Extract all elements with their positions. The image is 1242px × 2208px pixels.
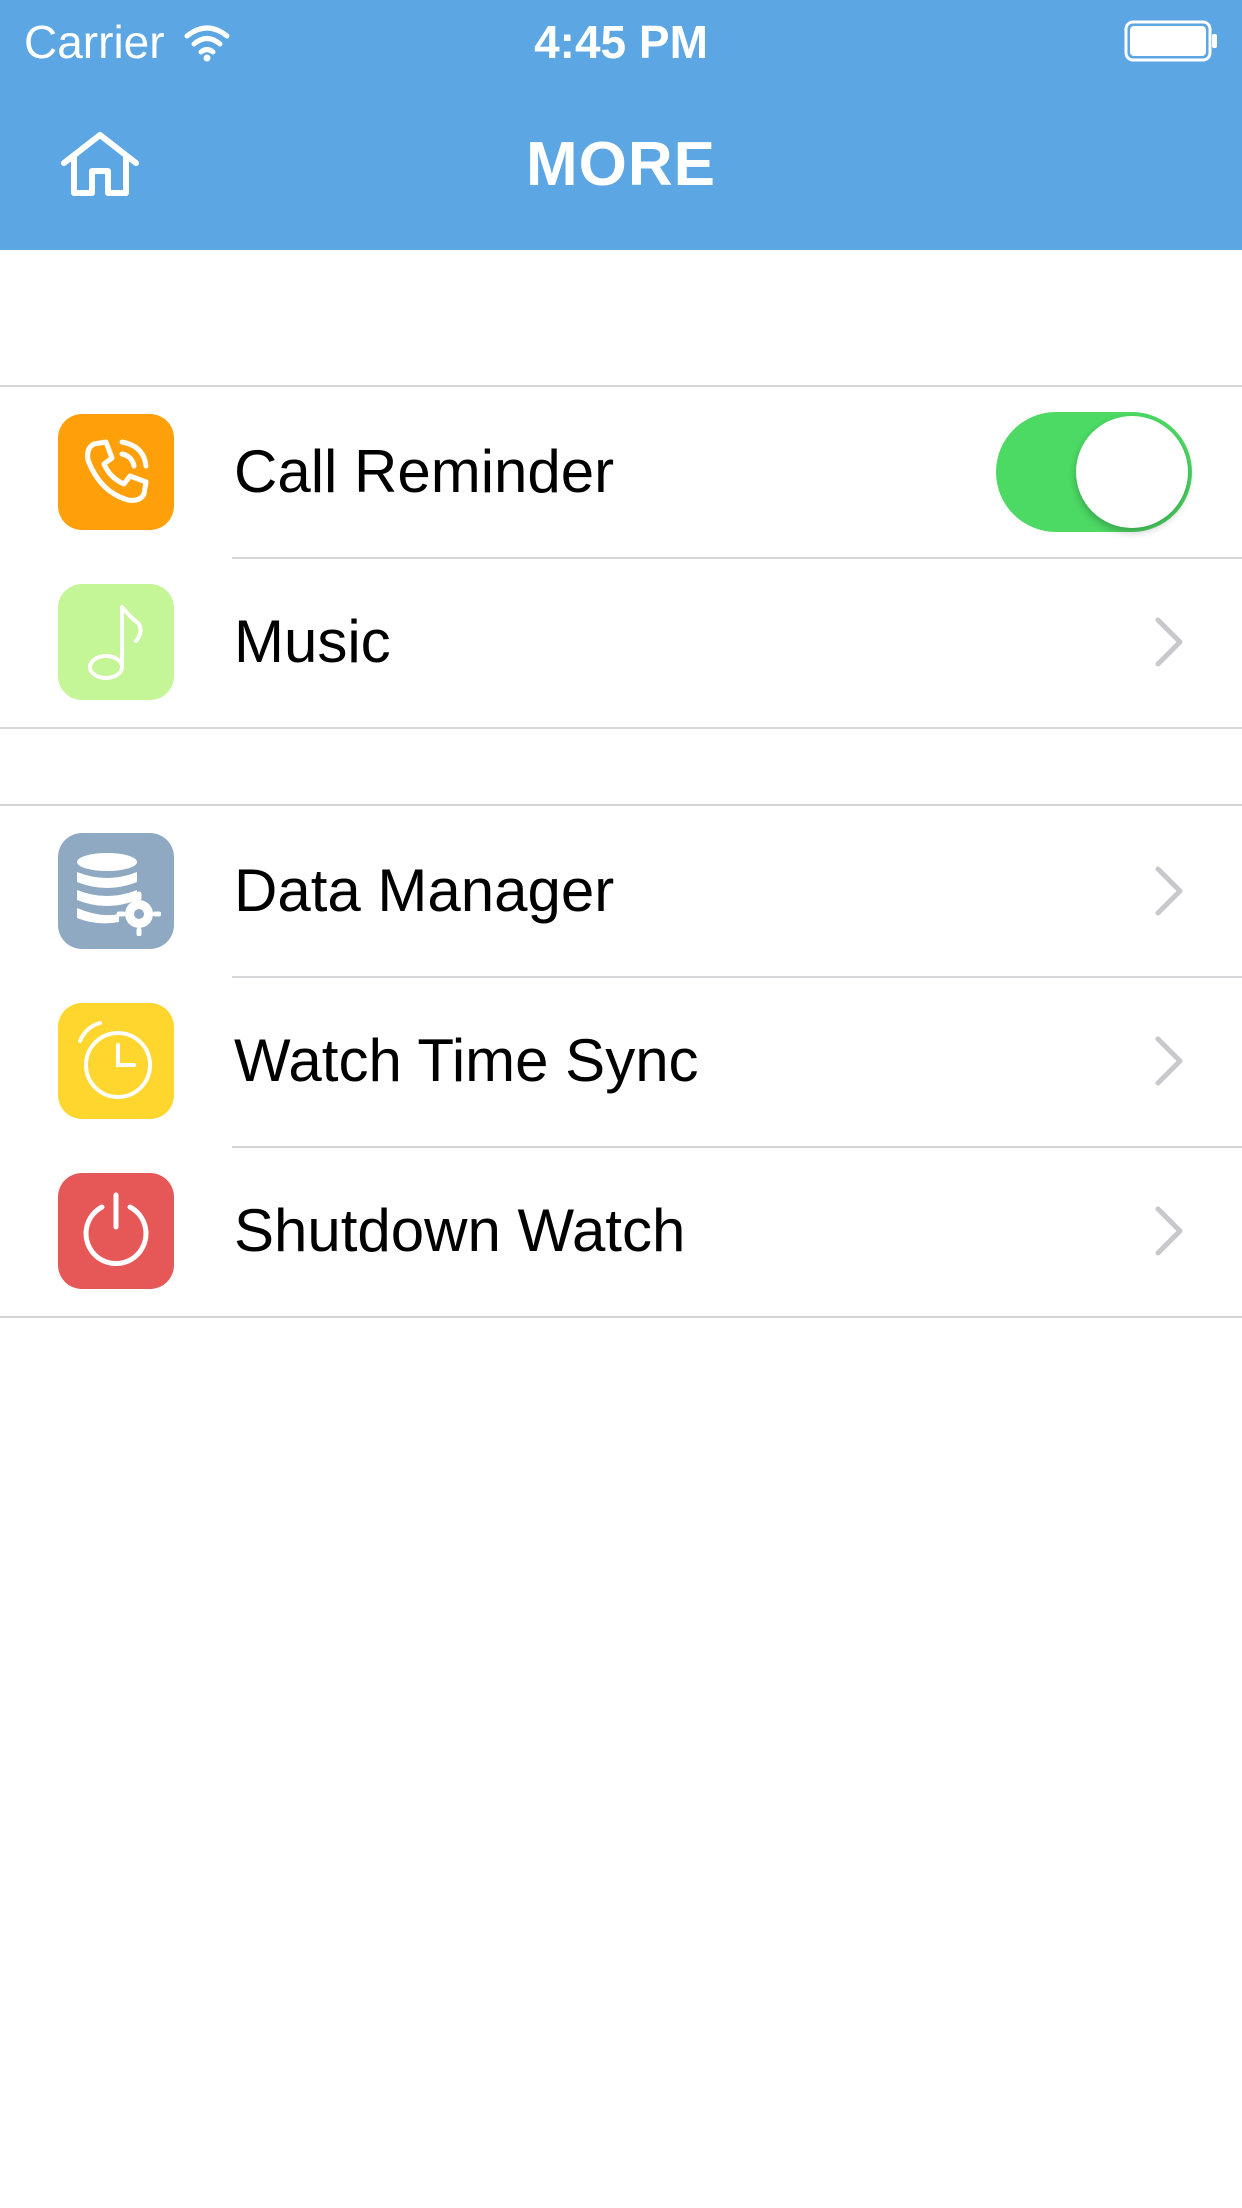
chevron-right-icon — [1155, 1206, 1183, 1256]
chevron-right-icon — [1155, 1036, 1183, 1086]
header-bar: Carrier 4:45 PM MORE — [0, 0, 1242, 250]
shutdown-watch-icon-tile — [58, 1173, 174, 1289]
settings-group-2: Data Manager Watch Time Sync Shutdown Wa… — [0, 804, 1242, 1318]
chevron-right-icon — [1155, 617, 1183, 667]
status-time: 4:45 PM — [534, 16, 708, 68]
row-watch-time-sync[interactable]: Watch Time Sync — [0, 976, 1242, 1146]
battery-icon — [1124, 20, 1217, 62]
music-label: Music — [234, 608, 391, 675]
alarm-clock-icon — [78, 1021, 152, 1099]
database-settings-icon — [77, 853, 161, 936]
watch-time-sync-icon-tile — [58, 1003, 174, 1119]
data-manager-icon-tile — [58, 833, 174, 949]
row-shutdown-watch[interactable]: Shutdown Watch — [0, 1146, 1242, 1316]
row-data-manager[interactable]: Data Manager — [0, 806, 1242, 976]
chevron-right-icon — [1155, 866, 1183, 916]
power-icon — [83, 1192, 149, 1266]
shutdown-watch-label: Shutdown Watch — [234, 1197, 686, 1264]
phone-icon — [85, 439, 149, 503]
watch-time-sync-label: Watch Time Sync — [234, 1027, 699, 1094]
row-music[interactable]: Music — [0, 557, 1242, 727]
music-icon-tile — [58, 584, 174, 700]
more-screen: Carrier 4:45 PM MORE Call Reminder Music… — [0, 0, 1242, 2208]
toggle-knob — [1076, 416, 1188, 528]
page-title: MORE — [526, 130, 716, 199]
settings-group-1: Call Reminder Music — [0, 385, 1242, 729]
call-reminder-icon-tile — [58, 414, 174, 530]
call-reminder-label: Call Reminder — [234, 438, 615, 505]
call-reminder-toggle[interactable] — [996, 412, 1192, 532]
data-manager-label: Data Manager — [234, 857, 615, 924]
row-call-reminder: Call Reminder — [0, 387, 1242, 557]
music-note-icon — [88, 605, 143, 680]
